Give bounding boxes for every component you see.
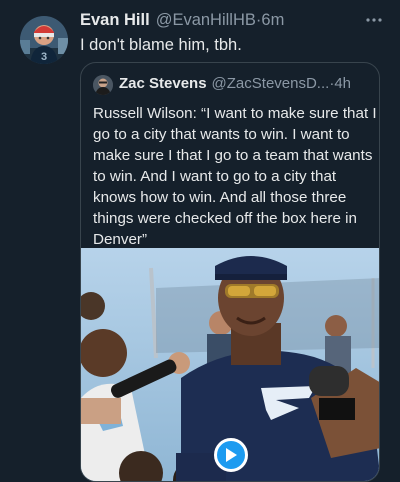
author-handle[interactable]: @EvanHillHB [156, 11, 256, 30]
author-display-name[interactable]: Evan Hill [80, 11, 150, 30]
quoted-tweet-header: Zac Stevens @ZacStevensD... · 4h [119, 75, 371, 92]
video-thumbnail[interactable] [81, 248, 379, 481]
more-horizontal-icon[interactable] [366, 10, 382, 28]
quoted-tweet-text: Russell Wilson: “I want to make sure tha… [93, 105, 377, 248]
quoted-author-display-name[interactable]: Zac Stevens [119, 75, 207, 92]
quoted-author-avatar[interactable] [93, 75, 113, 95]
quoted-tweet[interactable]: Zac Stevens @ZacStevensD... · 4h Russell… [80, 62, 380, 482]
svg-text:3: 3 [41, 51, 47, 63]
quoted-author-handle[interactable]: @ZacStevensD... [212, 75, 330, 92]
tweet-text: I don't blame him, tbh. [80, 36, 242, 54]
tweet-header: Evan Hill @EvanHillHB · 6m [80, 11, 380, 33]
tweet-timestamp[interactable]: 6m [261, 11, 284, 30]
tweet-card[interactable]: 3 Evan Hill @EvanHillHB · 6m I don't bla… [0, 0, 400, 482]
author-avatar[interactable]: 3 [20, 16, 68, 64]
quoted-tweet-timestamp[interactable]: 4h [334, 75, 351, 92]
